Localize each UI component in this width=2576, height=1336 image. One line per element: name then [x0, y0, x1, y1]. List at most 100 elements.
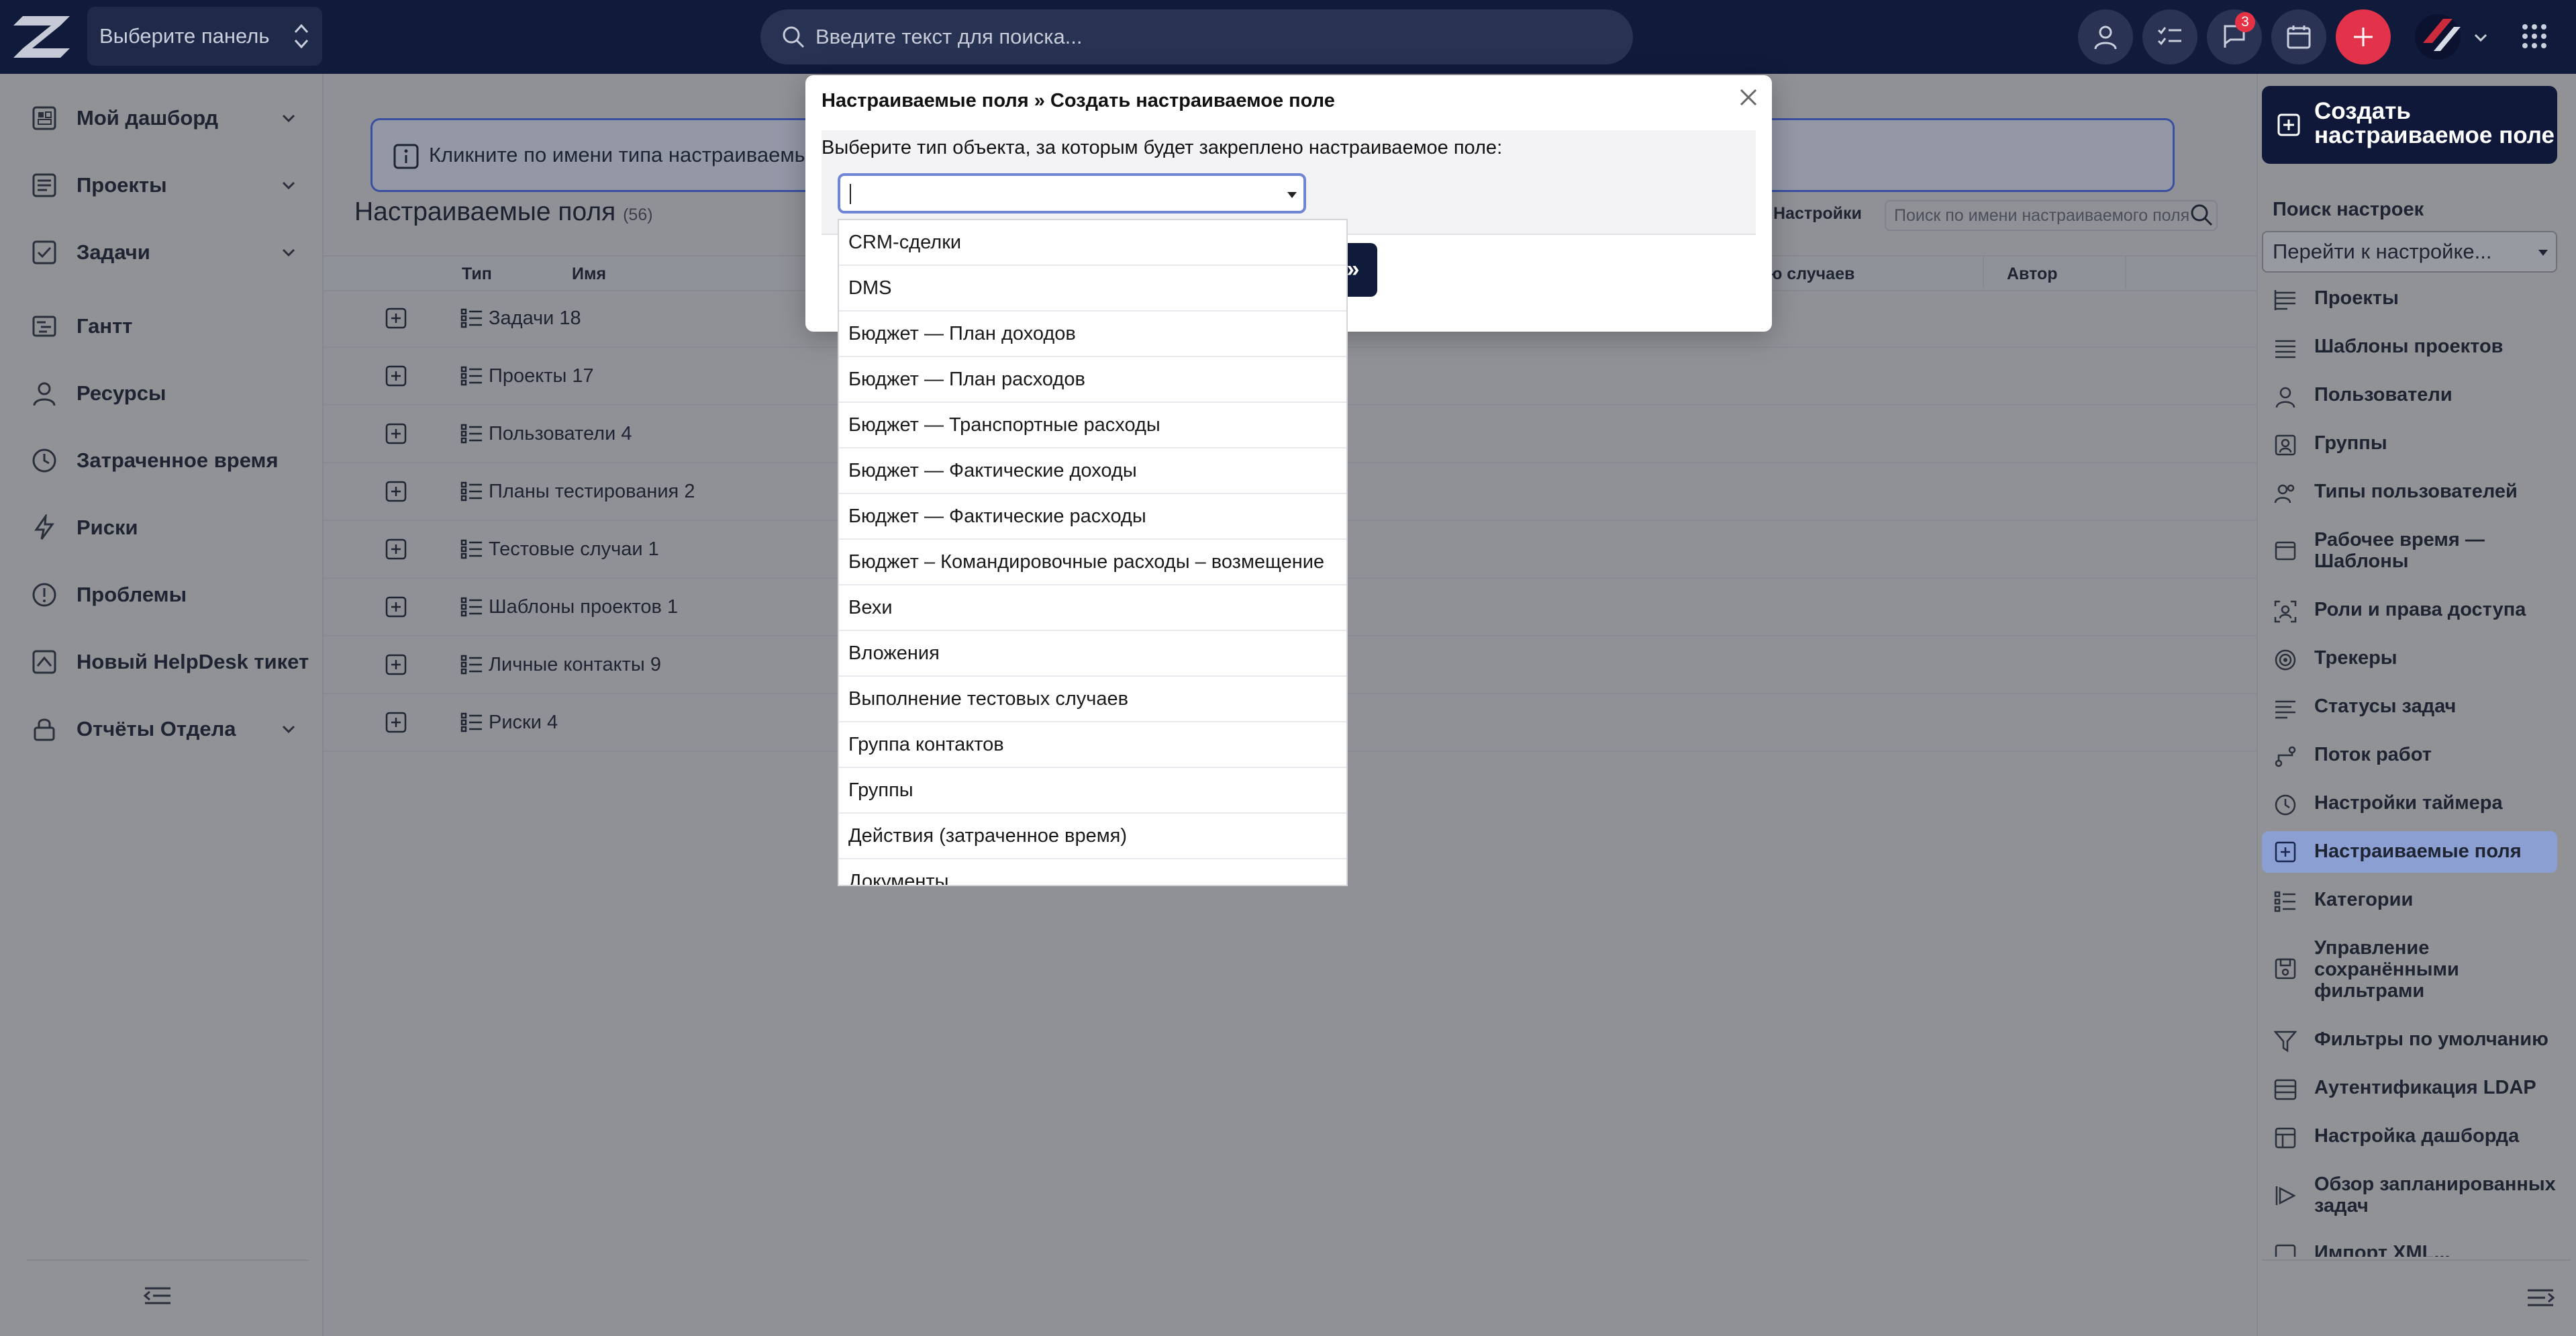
dropdown-option[interactable]: Бюджет — План расходов — [839, 357, 1346, 403]
dropdown-option[interactable]: Бюджет — Фактические расходы — [839, 494, 1346, 540]
sidebar-item-dashboard[interactable]: Мой дашборд — [0, 91, 322, 145]
row-type-label: Задачи 18 — [489, 307, 581, 329]
info-banner-text: Кликните по имени типа настраиваемых — [429, 143, 820, 166]
dropdown-option[interactable]: Вехи — [839, 585, 1346, 631]
dropdown-option[interactable]: Бюджет – Командировочные расходы – возме… — [839, 540, 1346, 585]
sidebar-item-resources[interactable]: Ресурсы — [0, 367, 322, 420]
dropdown-option[interactable]: Группы — [839, 768, 1346, 814]
settings-item-workflow[interactable]: Поток работ — [2262, 744, 2557, 768]
settings-item-projects[interactable]: Проекты — [2262, 287, 2557, 312]
chevron-down-icon[interactable] — [281, 177, 297, 193]
chevron-down-icon[interactable] — [281, 721, 297, 737]
column-header-author[interactable]: Автор — [2007, 265, 2058, 284]
expand-icon[interactable] — [385, 365, 407, 387]
sidebar-item-risks[interactable]: Риски — [0, 501, 322, 555]
calendar-icon — [2275, 541, 2296, 561]
panel-select-value: Выберите панель — [99, 24, 270, 48]
settings-link[interactable]: Настройки — [1773, 204, 1862, 224]
settings-item-project-templates[interactable]: Шаблоны проектов — [2262, 336, 2557, 360]
settings-item-xml-import[interactable]: Импорт XML... — [2262, 1242, 2557, 1257]
dropdown-option[interactable]: Бюджет — Транспортные расходы — [839, 403, 1346, 448]
chevron-down-icon[interactable] — [2473, 30, 2489, 46]
settings-item-work-time-templates[interactable]: Рабочее время — Шаблоны — [2262, 529, 2557, 576]
close-icon[interactable] — [1738, 87, 1758, 107]
dropdown-option[interactable]: DMS — [839, 266, 1346, 312]
dropdown-option[interactable]: Группа контактов — [839, 722, 1346, 768]
app-logo-icon[interactable] — [13, 16, 70, 58]
sidebar-divider — [27, 1259, 309, 1261]
expand-icon[interactable] — [385, 712, 407, 733]
settings-item-dashboard-settings[interactable]: Настройка дашборда — [2262, 1125, 2557, 1149]
global-search-input[interactable]: Введите текст для поиска... — [760, 9, 1633, 64]
dropdown-option[interactable]: Документы — [839, 859, 1346, 885]
create-custom-field-button[interactable]: Создать настраиваемое поле — [2262, 86, 2557, 164]
sidebar-item-tasks[interactable]: Задачи — [0, 226, 322, 279]
custom-field-search-input[interactable]: Поиск по имени настраиваемого поля — [1885, 200, 2218, 231]
sidebar-item-label: Проекты — [77, 173, 167, 197]
avatar[interactable] — [2414, 9, 2470, 64]
clock-icon — [2275, 794, 2296, 816]
dropdown-option[interactable]: Бюджет — Фактические доходы — [839, 448, 1346, 494]
settings-item-task-statuses[interactable]: Статусы задач — [2262, 696, 2557, 720]
panel-select[interactable]: Выберите панель — [87, 7, 322, 66]
clock-icon — [32, 448, 56, 473]
create-button-label: Создать настраиваемое поле — [2314, 98, 2555, 148]
column-header-name[interactable]: Имя — [572, 265, 606, 284]
sidebar-item-gantt[interactable]: Гантт — [0, 299, 322, 353]
expand-icon[interactable] — [385, 481, 407, 502]
my-tasks-button[interactable] — [2142, 9, 2197, 64]
settings-item-custom-fields[interactable]: Настраиваемые поля — [2262, 831, 2557, 873]
expand-icon[interactable] — [385, 307, 407, 329]
sidebar-item-label: Ресурсы — [77, 381, 166, 405]
chevron-down-icon[interactable] — [281, 244, 297, 260]
dialog-prompt: Выберите тип объекта, за которым будет з… — [822, 137, 1503, 158]
settings-jump-select[interactable]: Перейти к настройке... — [2262, 231, 2557, 273]
dropdown-option[interactable]: Бюджет — План доходов — [839, 312, 1346, 357]
search-icon[interactable] — [2188, 201, 2215, 228]
expand-icon[interactable] — [385, 538, 407, 560]
row-type-label: Планы тестирования 2 — [489, 481, 695, 502]
profile-button[interactable] — [2078, 9, 2133, 64]
apps-grid-icon[interactable] — [2521, 23, 2548, 50]
quick-add-button[interactable] — [2336, 9, 2391, 64]
column-header-type[interactable]: Тип — [462, 265, 492, 284]
object-type-select[interactable] — [838, 173, 1306, 213]
dropdown-option[interactable]: Вложения — [839, 631, 1346, 677]
settings-item-timer-settings[interactable]: Настройки таймера — [2262, 792, 2557, 816]
expand-icon[interactable] — [385, 654, 407, 675]
dashboard-icon — [2275, 1127, 2296, 1149]
settings-item-ldap[interactable]: Аутентификация LDAP — [2262, 1077, 2557, 1101]
settings-item-categories[interactable]: Категории — [2262, 889, 2557, 913]
sidebar-item-label: Риски — [77, 516, 138, 539]
expand-icon[interactable] — [385, 423, 407, 444]
chevron-down-icon[interactable] — [281, 110, 297, 126]
calendar-button[interactable] — [2271, 9, 2326, 64]
collapse-sidebar-icon[interactable] — [141, 1279, 175, 1313]
expand-icon[interactable] — [385, 596, 407, 618]
sidebar-item-problems[interactable]: Проблемы — [0, 568, 322, 622]
column-separator — [2125, 255, 2126, 289]
gantt-icon — [32, 316, 56, 337]
settings-item-saved-filters[interactable]: Управление сохранёнными фильтрами — [2262, 937, 2557, 1004]
settings-item-scheduled-tasks[interactable]: Обзор запланированных задач — [2262, 1174, 2557, 1221]
settings-item-users[interactable]: Пользователи — [2262, 384, 2557, 408]
page-title-text: Настраиваемые поля — [354, 197, 616, 226]
dialog-title: Настраиваемые поля » Создать настраиваем… — [822, 90, 1335, 111]
settings-item-user-types[interactable]: Типы пользователей — [2262, 481, 2557, 505]
sidebar-item-projects[interactable]: Проекты — [0, 158, 322, 212]
import-icon — [2275, 1244, 2296, 1257]
settings-item-default-filters[interactable]: Фильтры по умолчанию — [2262, 1029, 2557, 1053]
settings-item-trackers[interactable]: Трекеры — [2262, 647, 2557, 671]
dropdown-option[interactable]: CRM-сделки — [839, 220, 1346, 266]
dropdown-option[interactable]: Действия (затраченное время) — [839, 814, 1346, 859]
tracker-icon — [2275, 649, 2296, 671]
sidebar-item-department-reports[interactable]: Отчёты Отдела — [0, 702, 322, 756]
settings-item-groups[interactable]: Группы — [2262, 432, 2557, 457]
sidebar-item-helpdesk[interactable]: Новый HelpDesk тикет — [0, 635, 322, 689]
settings-item-roles[interactable]: Роли и права доступа — [2262, 599, 2557, 623]
column-header-cases[interactable]: ю случаев — [1768, 265, 1854, 284]
sidebar-item-label: Проблемы — [77, 583, 187, 606]
sidebar-item-spent-time[interactable]: Затраченное время — [0, 434, 322, 487]
expand-sidebar-icon[interactable] — [2524, 1281, 2557, 1315]
dropdown-option[interactable]: Выполнение тестовых случаев — [839, 677, 1346, 722]
